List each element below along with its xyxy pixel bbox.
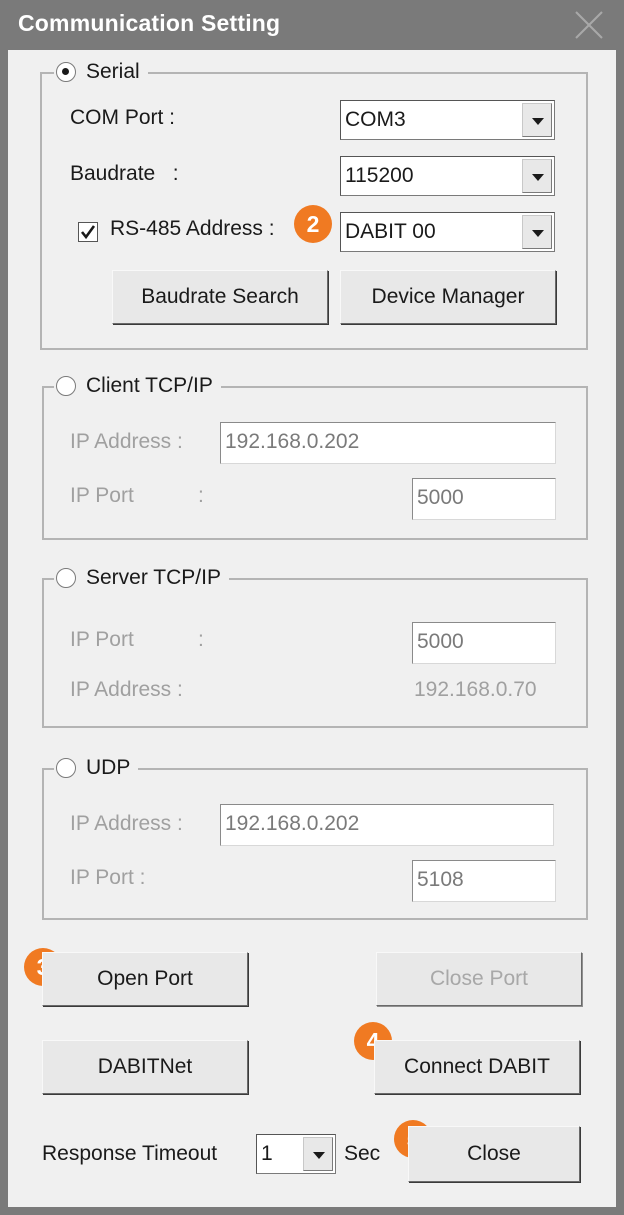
window-title: Communication Setting xyxy=(18,10,281,36)
badge-2: 2 xyxy=(294,205,332,243)
serial-legend[interactable]: Serial xyxy=(54,60,148,84)
timeout-value: 1 xyxy=(261,1142,273,1165)
udp-legend[interactable]: UDP xyxy=(54,756,139,780)
rs485-address-value: DABIT 00 xyxy=(345,220,436,243)
client-ip-port-colon: : xyxy=(198,484,204,507)
serial-radio[interactable] xyxy=(56,62,76,82)
baudrate-label: Baudrate : xyxy=(70,162,179,185)
chevron-down-icon[interactable] xyxy=(522,215,552,249)
server-tcp-radio[interactable] xyxy=(56,568,76,588)
udp-radio[interactable] xyxy=(56,758,76,778)
server-tcp-radio-label: Server TCP/IP xyxy=(86,566,221,589)
udp-ip-port-label: IP Port : xyxy=(70,866,146,889)
rs485-address-select[interactable]: DABIT 00 xyxy=(340,212,555,252)
timeout-select[interactable]: 1 xyxy=(256,1134,336,1174)
udp-radio-label: UDP xyxy=(86,756,131,779)
udp-ip-address-label: IP Address : xyxy=(70,812,183,835)
server-ip-port-colon: : xyxy=(198,628,204,651)
dialog-window: Communication Setting Serial COM Port : … xyxy=(0,0,624,1215)
dialog-client-area: Serial COM Port : COM3 Baudrate : 115200… xyxy=(8,50,616,1207)
close-icon[interactable] xyxy=(570,8,610,42)
client-tcp-legend[interactable]: Client TCP/IP xyxy=(54,374,221,398)
baudrate-value: 115200 xyxy=(345,164,414,187)
connect-dabit-button[interactable]: Connect DABIT xyxy=(374,1040,580,1094)
client-ip-address-label: IP Address : xyxy=(70,430,183,453)
open-port-button[interactable]: Open Port xyxy=(42,952,248,1006)
server-tcp-legend[interactable]: Server TCP/IP xyxy=(54,566,229,590)
check-icon xyxy=(80,225,96,240)
close-button[interactable]: Close xyxy=(408,1126,580,1182)
rs485-label: RS-485 Address : xyxy=(110,217,275,240)
com-port-value: COM3 xyxy=(345,108,406,131)
client-tcp-radio[interactable] xyxy=(56,376,76,396)
udp-ip-address-input[interactable]: 192.168.0.202 xyxy=(220,804,554,846)
serial-radio-label: Serial xyxy=(86,60,140,83)
com-port-select[interactable]: COM3 xyxy=(340,100,555,140)
server-ip-address-label: IP Address : xyxy=(70,678,183,701)
com-port-label: COM Port : xyxy=(70,106,176,129)
close-port-button[interactable]: Close Port xyxy=(376,952,582,1006)
chevron-down-icon[interactable] xyxy=(303,1137,333,1171)
timeout-unit-label: Sec xyxy=(344,1142,381,1165)
server-ip-port-input[interactable]: 5000 xyxy=(412,622,556,664)
chevron-down-icon[interactable] xyxy=(522,103,552,137)
server-ip-address-value: 192.168.0.70 xyxy=(414,678,537,701)
client-ip-address-input[interactable]: 192.168.0.202 xyxy=(220,422,556,464)
udp-ip-port-input[interactable]: 5108 xyxy=(412,860,556,902)
client-ip-port-label: IP Port xyxy=(70,484,134,507)
chevron-down-icon[interactable] xyxy=(522,159,552,193)
rs485-checkbox[interactable] xyxy=(78,222,98,242)
response-timeout-label: Response Timeout xyxy=(42,1142,218,1165)
baudrate-select[interactable]: 115200 xyxy=(340,156,555,196)
client-ip-port-input[interactable]: 5000 xyxy=(412,478,556,520)
device-manager-button[interactable]: Device Manager xyxy=(340,270,556,324)
server-ip-port-label: IP Port xyxy=(70,628,134,651)
dabitnet-button[interactable]: DABITNet xyxy=(42,1040,248,1094)
baudrate-search-button[interactable]: Baudrate Search xyxy=(112,270,328,324)
title-bar[interactable]: Communication Setting xyxy=(0,0,624,50)
client-tcp-radio-label: Client TCP/IP xyxy=(86,374,213,397)
